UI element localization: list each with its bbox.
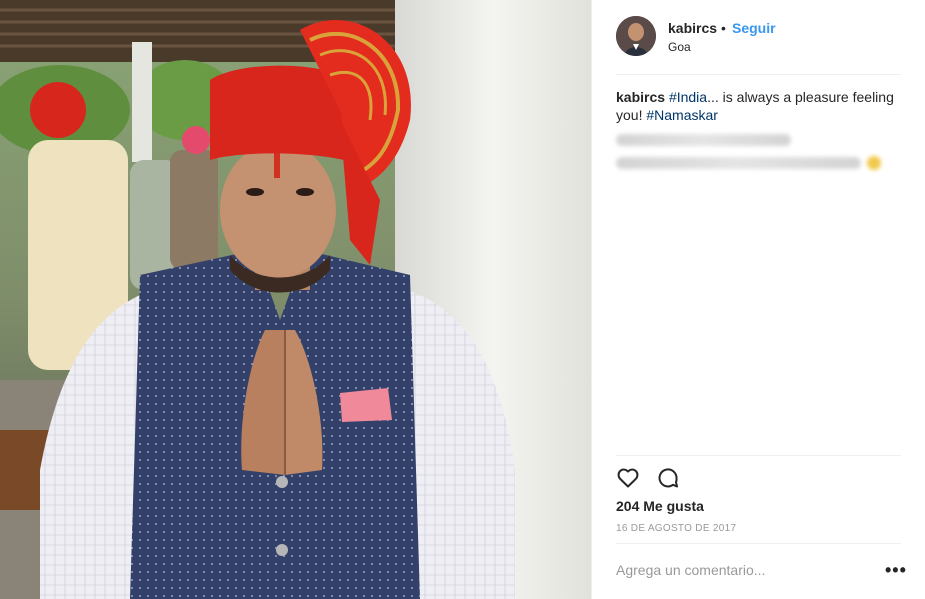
divider — [616, 543, 901, 544]
caption-username[interactable]: kabircs — [616, 89, 665, 105]
follow-button[interactable]: Seguir — [732, 20, 776, 36]
post-header: kabircs • Seguir Goa — [616, 16, 901, 58]
post-username[interactable]: kabircs — [668, 20, 717, 36]
separator-dot: • — [721, 20, 726, 36]
heart-outline-icon — [617, 468, 639, 488]
comment-button[interactable] — [656, 466, 680, 490]
post-date[interactable]: 16 DE AGOSTO DE 2017 — [616, 523, 736, 534]
speech-bubble-icon — [658, 468, 678, 488]
likes-count[interactable]: 204 Me gusta — [616, 498, 704, 514]
more-options-button[interactable]: ••• — [885, 560, 907, 581]
post-photo[interactable] — [0, 0, 591, 599]
avatar[interactable] — [616, 16, 656, 56]
post-image — [0, 0, 591, 599]
post-caption: kabircs #India... is always a pleasure f… — [616, 88, 905, 124]
divider — [616, 74, 901, 75]
post-side-panel: kabircs • Seguir Goa kabircs #India... i… — [591, 0, 925, 599]
divider — [616, 455, 901, 456]
hashtag-link[interactable]: #India — [669, 89, 707, 105]
post-location[interactable]: Goa — [668, 40, 691, 54]
emoji-icon — [867, 156, 881, 170]
like-button[interactable] — [616, 466, 640, 490]
hashtag-link[interactable]: #Namaskar — [646, 107, 718, 123]
comment-input[interactable] — [616, 556, 856, 584]
